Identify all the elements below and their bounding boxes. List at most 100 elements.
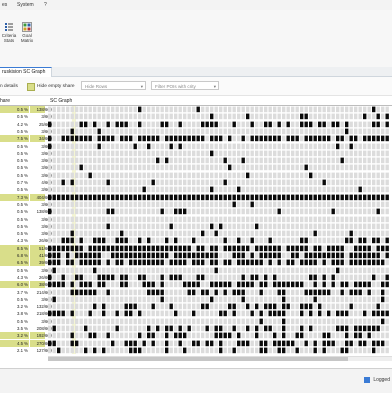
hide-rows-input[interactable]: Hide Rows ▾ — [81, 81, 146, 90]
table-row[interactable]: 2.1 %127/600 — [0, 347, 392, 354]
table-row[interactable]: 0.5 %138/600 — [0, 208, 392, 215]
empty-slot — [192, 318, 196, 324]
share-percent: 4.3 % — [17, 274, 28, 280]
empty-slot — [345, 274, 349, 281]
table-row[interactable]: 0.5 %3/600 — [0, 216, 392, 223]
table-row[interactable]: 0.5 %3/600 — [0, 267, 392, 274]
share-column-header[interactable]: hare — [0, 98, 10, 104]
empty-slot — [129, 267, 133, 273]
table-row[interactable]: 6.5 %39/600 — [0, 259, 392, 267]
occupied-slot — [165, 194, 169, 200]
occupied-slot — [237, 186, 241, 193]
table-row[interactable]: 0.5 %3/600 — [0, 230, 392, 237]
empty-slot — [102, 318, 106, 324]
empty-slot — [84, 216, 88, 222]
table-row[interactable]: 3.2 %192/600 — [0, 332, 392, 340]
empty-slot — [327, 296, 331, 302]
occupied-slot — [210, 223, 214, 229]
empty-slot — [223, 274, 227, 281]
occupied-slot — [277, 252, 281, 259]
empty-slot — [214, 237, 218, 244]
occupied-slot — [331, 121, 335, 127]
table-row[interactable]: 0.5 %3/600 — [0, 143, 392, 150]
filter-pois-input[interactable]: Filter POIs with crity ▾ — [151, 81, 219, 90]
occupied-slot — [241, 281, 245, 288]
menu-item-system[interactable]: System — [17, 2, 34, 8]
occupied-slot — [97, 128, 101, 135]
empty-slot — [259, 267, 263, 273]
empty-slot — [322, 267, 326, 273]
table-row[interactable]: 6.0 %38/600 — [0, 281, 392, 289]
empty-slot — [255, 216, 259, 222]
occupied-slot — [160, 208, 164, 215]
table-row[interactable]: 3.5 %208/600 — [0, 325, 392, 332]
table-row[interactable]: 8.5 %51/600 — [0, 244, 392, 252]
empty-slot — [133, 318, 137, 324]
sc-graph-column-header[interactable]: SC Graph — [50, 98, 72, 104]
empty-slot — [291, 164, 295, 171]
table-row[interactable]: 4.3 %26/600 — [0, 237, 392, 244]
empty-slot — [102, 186, 106, 193]
empty-slot — [381, 274, 385, 281]
empty-slot — [385, 223, 389, 229]
occupied-slot — [106, 259, 110, 266]
table-row[interactable]: 0.5 %3/600 — [0, 318, 392, 325]
scrollbar-thumb[interactable] — [48, 357, 348, 361]
table-row[interactable]: 0.5 %3/600 — [0, 164, 392, 171]
share-ratio: 51/ — [30, 244, 45, 252]
table-row[interactable]: 0.7 %4/600 — [0, 179, 392, 186]
table-row[interactable]: 0.5 %138/600 — [0, 106, 392, 113]
occupied-slot — [138, 259, 142, 266]
empty-slot — [120, 325, 124, 332]
empty-slot — [115, 157, 119, 164]
document-tab-bar: ruskision SC Graph — [0, 67, 392, 77]
empty-slot — [66, 289, 70, 295]
menu-item-es[interactable]: es — [2, 2, 7, 8]
empty-slot — [111, 347, 115, 354]
empty-slot — [183, 230, 187, 237]
empty-slot — [160, 237, 164, 244]
empty-slot — [291, 289, 295, 295]
empty-slot — [214, 347, 218, 354]
table-row[interactable]: 4.3 %26/600 — [0, 274, 392, 281]
empty-slot — [367, 347, 371, 354]
table-row[interactable]: 0.5 %3/600 — [0, 186, 392, 193]
empty-slot — [372, 245, 376, 251]
table-row[interactable]: 0.5 %3/600 — [0, 223, 392, 230]
table-row[interactable]: 3.2 %132/600 — [0, 303, 392, 310]
table-row[interactable]: 4.5 %270/600 — [0, 339, 392, 347]
table-row[interactable]: 4.2 %25/600 — [0, 121, 392, 128]
table-row[interactable]: 7.3 %404/600 — [0, 193, 392, 201]
empty-slot — [106, 164, 110, 171]
table-row[interactable]: 6.8 %41/600 — [0, 252, 392, 259]
table-row[interactable]: 0.5 %3/600 — [0, 128, 392, 135]
details-label[interactable]: n details — [0, 84, 18, 89]
empty-slot — [120, 347, 124, 354]
table-row[interactable]: 3.7 %214/600 — [0, 289, 392, 296]
occupied-slot — [385, 252, 389, 259]
occupied-slot — [66, 252, 70, 259]
hide-empty-share-checkbox[interactable] — [27, 83, 35, 91]
table-row[interactable]: 0.5 %3/600 — [0, 150, 392, 157]
empty-slot — [358, 172, 362, 178]
occupied-slot — [273, 274, 277, 281]
goal-matrix-button[interactable]: Goal Matrix — [18, 22, 36, 43]
horizontal-scrollbar[interactable] — [48, 356, 392, 361]
empty-slot — [345, 208, 349, 215]
tab-sc-graph[interactable]: ruskision SC Graph — [0, 67, 53, 77]
table-row[interactable]: 0.5 %3/600 — [0, 157, 392, 164]
table-row[interactable]: 3.8 %218/600 — [0, 310, 392, 317]
table-row[interactable]: 0.5 %3/600 — [0, 296, 392, 303]
empty-slot — [241, 223, 245, 229]
table-row[interactable]: 0.5 %3/600 — [0, 201, 392, 208]
menu-item-help[interactable]: ? — [44, 2, 47, 8]
table-row[interactable]: 7.5 %34/600 — [0, 135, 392, 143]
empty-slot — [120, 186, 124, 193]
empty-slot — [313, 150, 317, 156]
empty-slot — [115, 150, 119, 156]
table-row[interactable]: 0.5 %3/600 — [0, 172, 392, 179]
criteria-stats-button[interactable]: Criteria Stats — [0, 22, 18, 43]
table-row[interactable]: 0.5 %3/600 — [0, 113, 392, 120]
empty-slot — [84, 267, 88, 273]
empty-slot — [381, 179, 385, 186]
